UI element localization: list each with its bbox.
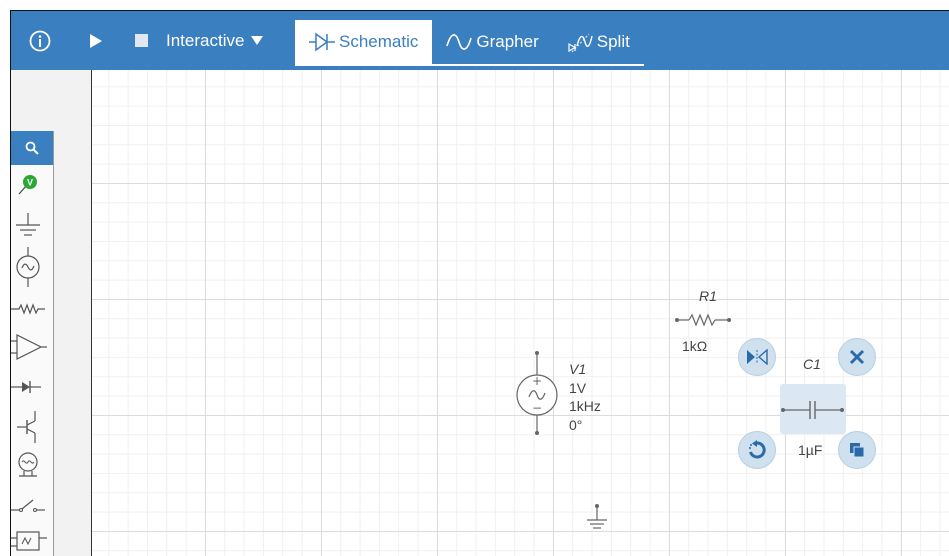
search-icon[interactable]	[11, 131, 53, 165]
tab-grapher[interactable]: Grapher	[432, 20, 553, 66]
voltage-probe-icon[interactable]: V	[11, 165, 53, 205]
schematic-canvas[interactable]: + − V1 1V 1kHz 0° R1 1kΩ C1 1µF	[91, 70, 949, 556]
relay-icon[interactable]	[11, 521, 53, 556]
play-icon[interactable]	[86, 11, 106, 70]
close-icon	[849, 349, 865, 365]
component-palette: V	[11, 131, 54, 556]
tab-grapher-label: Grapher	[476, 32, 539, 51]
svg-text:V: V	[27, 178, 33, 188]
op-amp-icon[interactable]	[11, 327, 53, 367]
r1-value-label: 1kΩ	[682, 338, 708, 354]
c1-name-label: C1	[803, 356, 821, 372]
transistor-icon[interactable]	[11, 407, 53, 447]
svg-text:−: −	[532, 401, 542, 415]
mode-dropdown[interactable]: Interactive	[166, 11, 264, 70]
ground-symbol[interactable]	[582, 500, 612, 541]
caret-down-icon	[251, 36, 264, 45]
sine-wave-icon	[446, 34, 473, 50]
resistor-r1[interactable]	[674, 310, 734, 335]
ac-voltage-source-icon[interactable]	[11, 247, 53, 287]
duplicate-icon	[850, 443, 865, 458]
split-icon	[568, 33, 593, 52]
flip-button[interactable]	[738, 338, 776, 376]
resistor-icon[interactable]	[11, 289, 53, 329]
rotate-icon	[749, 440, 766, 459]
ac-voltage-source-v1[interactable]: + −	[512, 350, 562, 445]
duplicate-button[interactable]	[838, 431, 876, 469]
svg-text:+: +	[532, 374, 542, 388]
lamp-icon[interactable]	[11, 447, 53, 487]
v1-amplitude-label: 1V	[569, 380, 587, 396]
tab-split-label: Split	[596, 32, 630, 51]
v1-phase-label: 0°	[569, 417, 583, 433]
tab-split[interactable]: Split	[552, 20, 644, 66]
v1-frequency-label: 1kHz	[569, 398, 601, 414]
switch-icon[interactable]	[11, 485, 53, 525]
info-circle-icon[interactable]	[25, 11, 55, 70]
diode-icon	[309, 32, 335, 52]
flip-icon	[747, 349, 768, 365]
tab-schematic[interactable]: Schematic	[295, 20, 433, 66]
delete-button[interactable]	[838, 338, 876, 376]
diode-icon[interactable]	[11, 367, 53, 407]
c1-value-label: 1µF	[798, 442, 823, 458]
toolbar: Interactive Schematic Grapher Split	[11, 11, 949, 70]
tab-schematic-label: Schematic	[339, 32, 419, 51]
view-tabs: Schematic Grapher Split	[295, 20, 644, 66]
rotate-button[interactable]	[738, 431, 776, 469]
stop-icon[interactable]	[131, 11, 151, 70]
r1-name-label: R1	[699, 288, 717, 304]
app-frame: Interactive Schematic Grapher Split V + …	[10, 10, 949, 556]
ground-icon[interactable]	[11, 207, 53, 247]
capacitor-c1[interactable]	[780, 400, 846, 425]
mode-label: Interactive	[166, 30, 245, 50]
v1-name-label: V1	[569, 361, 587, 377]
